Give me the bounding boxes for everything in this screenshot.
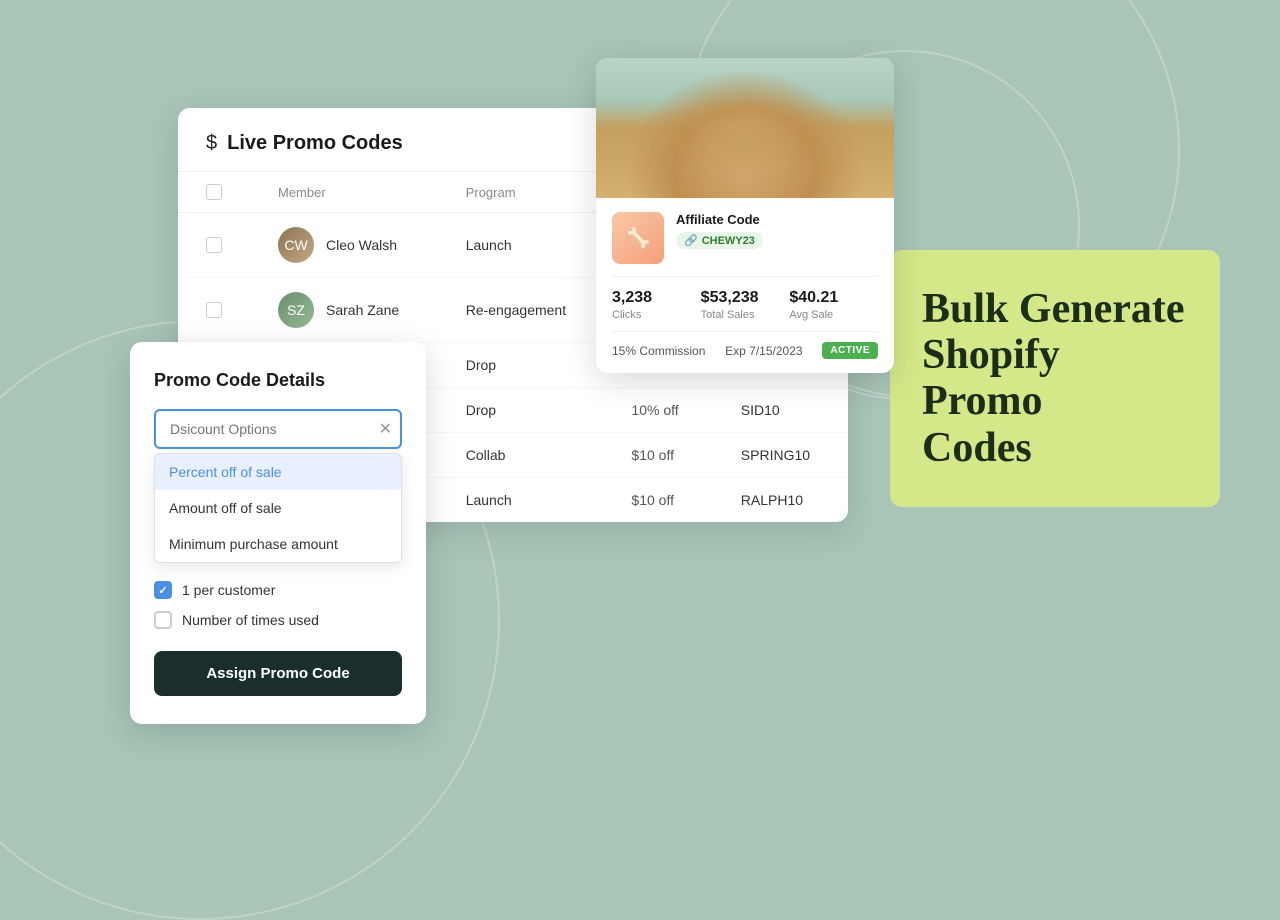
stat-clicks-label: Clicks: [612, 309, 701, 321]
dog-illustration: [596, 58, 894, 198]
affiliate-body: 🦴 Affiliate Code 🔗 CHEWY23 3,238 Clicks …: [596, 198, 894, 373]
affiliate-code: CHEWY23: [702, 235, 755, 247]
checkbox-times-used-label: Number of times used: [182, 612, 319, 628]
affiliate-card: 🦴 Affiliate Code 🔗 CHEWY23 3,238 Clicks …: [596, 58, 894, 373]
dropdown-option-amount[interactable]: Amount off of sale: [155, 490, 401, 526]
avatar: CW: [278, 227, 314, 263]
checkbox-label-times-used[interactable]: Number of times used: [154, 611, 402, 629]
avatar: SZ: [278, 292, 314, 328]
checkbox-label-per-customer[interactable]: 1 per customer: [154, 581, 402, 599]
promo-details-card: Promo Code Details ✕ Percent off of sale…: [130, 342, 426, 724]
member-name: Cleo Walsh: [326, 237, 397, 253]
program-cell: Drop: [438, 388, 604, 433]
select-all-header: [178, 172, 250, 213]
row-checkbox[interactable]: [206, 237, 222, 253]
program-cell: Launch: [438, 213, 604, 278]
dog-image: [596, 58, 894, 198]
checkbox-per-customer-label: 1 per customer: [182, 582, 275, 598]
program-cell: Launch: [438, 478, 604, 523]
program-cell: Re-engagement: [438, 278, 604, 343]
checkbox-times-used[interactable]: [154, 611, 172, 629]
code-cell: SPRING10: [713, 433, 848, 478]
checkbox-group: 1 per customer Number of times used: [154, 581, 402, 629]
link-icon: 🔗: [684, 234, 698, 247]
member-name: Sarah Zane: [326, 302, 399, 318]
dollar-icon: $: [206, 132, 217, 155]
bulk-generate-text: Bulk Generate Shopify Promo Codes: [922, 286, 1188, 471]
affiliate-info: Affiliate Code 🔗 CHEWY23: [676, 212, 878, 249]
stat-avg-label: Avg Sale: [789, 309, 878, 321]
stat-total-sales: $53,238 Total Sales: [701, 289, 790, 321]
program-cell: Collab: [438, 433, 604, 478]
discount-input-wrapper: ✕: [154, 409, 402, 449]
stat-sales-label: Total Sales: [701, 309, 790, 321]
stat-avg-sale: $40.21 Avg Sale: [789, 289, 878, 321]
member-cell: CW Cleo Walsh: [250, 213, 438, 278]
commission-row: 15% Commission Exp 7/15/2023 ACTIVE: [612, 331, 878, 359]
discount-cell: $10 off: [603, 433, 712, 478]
bulk-line-1: Bulk Generate: [922, 286, 1184, 332]
stat-avg-value: $40.21: [789, 289, 878, 307]
checkbox-per-customer[interactable]: [154, 581, 172, 599]
affiliate-stats: 3,238 Clicks $53,238 Total Sales $40.21 …: [612, 276, 878, 321]
expiry-text: Exp 7/15/2023: [725, 344, 802, 358]
discount-dropdown: Percent off of sale Amount off of sale M…: [154, 453, 402, 563]
discount-cell: $10 off: [603, 478, 712, 523]
status-badge: ACTIVE: [822, 342, 878, 359]
clear-input-button[interactable]: ✕: [379, 419, 392, 439]
member-cell: SZ Sarah Zane: [250, 278, 438, 343]
promo-details-title: Promo Code Details: [154, 370, 402, 391]
affiliate-title: Affiliate Code: [676, 212, 878, 227]
stat-clicks-value: 3,238: [612, 289, 701, 307]
member-header: Member: [250, 172, 438, 213]
code-cell: SID10: [713, 388, 848, 433]
discount-input[interactable]: [154, 409, 402, 449]
product-thumbnail: 🦴: [612, 212, 664, 264]
affiliate-row: 🦴 Affiliate Code 🔗 CHEWY23: [612, 212, 878, 264]
row-checkbox[interactable]: [206, 302, 222, 318]
dropdown-option-percent[interactable]: Percent off of sale: [155, 454, 401, 490]
bulk-generate-box: Bulk Generate Shopify Promo Codes: [890, 250, 1220, 507]
discount-cell: 10% off: [603, 388, 712, 433]
row-checkbox-cell: [178, 278, 250, 343]
dropdown-option-minimum[interactable]: Minimum purchase amount: [155, 526, 401, 562]
bulk-line-2: Shopify Promo: [922, 332, 1060, 424]
select-all-checkbox[interactable]: [206, 184, 222, 200]
bulk-line-3: Codes: [922, 425, 1032, 471]
row-checkbox-cell: [178, 213, 250, 278]
assign-promo-button[interactable]: Assign Promo Code: [154, 651, 402, 696]
panel-title: Live Promo Codes: [227, 132, 403, 155]
stat-clicks: 3,238 Clicks: [612, 289, 701, 321]
stat-sales-value: $53,238: [701, 289, 790, 307]
program-header: Program: [438, 172, 604, 213]
affiliate-code-badge: 🔗 CHEWY23: [676, 232, 763, 249]
commission-text: 15% Commission: [612, 344, 705, 358]
program-cell: Drop: [438, 343, 604, 388]
code-cell: RALPH10: [713, 478, 848, 523]
